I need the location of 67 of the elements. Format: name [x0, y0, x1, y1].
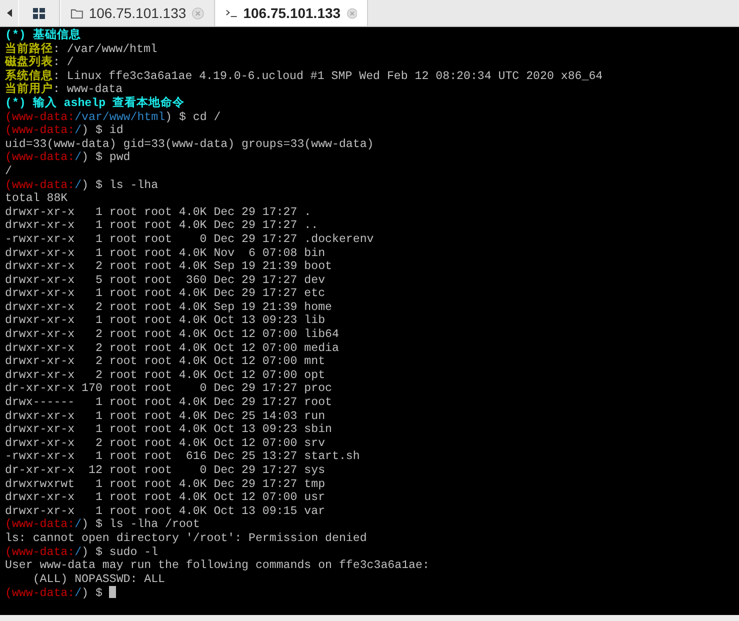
- command-text: ) $ ls -lha: [82, 178, 158, 192]
- info-value: : Linux ffe3c3a6a1ae 4.19.0-6.ucloud #1 SMP Wed Feb 12 08:20:34 UTC 2020 x86_64: [53, 70, 603, 84]
- folder-icon: [71, 8, 83, 18]
- output-line: -rwxr-xr-x 1 root root 616 Dec 25 13:27 start.sh: [5, 450, 360, 464]
- output-line: /: [5, 164, 12, 179]
- output-line: drwxr-xr-x 1 root root 4.0K Oct 13 09:15 var: [5, 504, 326, 518]
- prompt-path: /: [74, 518, 82, 532]
- command-text: ) $: [82, 587, 104, 601]
- output-line: total 88K: [5, 192, 68, 206]
- info-label: 当前路径: [5, 42, 53, 56]
- info-label: 当前用户: [5, 83, 53, 96]
- output-line: drwxr-xr-x 1 root root 4.0K Dec 29 17:27 ..: [5, 219, 318, 233]
- prompt-user: (www-data:: [5, 546, 75, 560]
- command-text: ) $ sudo -l: [82, 546, 158, 560]
- prompt-user: (www-data:: [5, 110, 75, 124]
- prompt-path: /: [74, 546, 82, 560]
- grid-icon: [33, 8, 45, 18]
- output-line: -rwxr-xr-x 1 root root 0 Dec 29 17:27 .dockerenv: [5, 232, 374, 246]
- prompt-user: (www-data:: [5, 151, 75, 165]
- output-line: drwxr-xr-x 5 root root 360 Dec 29 17:27 dev: [5, 274, 326, 288]
- output-line: drwxr-xr-x 1 root root 4.0K Oct 13 09:23 lib: [5, 314, 326, 328]
- output-line: drwxr-xr-x 1 root root 4.0K Dec 29 17:27 .: [5, 206, 312, 220]
- output-line: User www-data may run the following commands on ffe3c3a6a1ae:: [5, 559, 430, 573]
- info-value: : www-data: [53, 83, 123, 96]
- output-line: uid=33(www-data) gid=33(www-data) groups=33(www-data): [5, 138, 374, 152]
- prompt-user: (www-data:: [5, 518, 75, 532]
- output-line: drwxr-xr-x 1 root root 4.0K Nov 6 07:08 bin: [5, 246, 326, 260]
- prompt-path: /: [74, 587, 82, 601]
- output-line: drwxr-xr-x 1 root root 4.0K Dec 25 14:03 run: [5, 410, 326, 424]
- output-line: drwxr-xr-x 2 root root 4.0K Oct 12 07:00 srv: [5, 436, 326, 450]
- output-line: drwxr-xr-x 2 root root 4.0K Sep 19 21:39 home: [5, 300, 332, 314]
- tab[interactable]: 106.75.101.133: [60, 0, 215, 26]
- output-line: drwxr-xr-x 2 root root 4.0K Sep 19 21:39 boot: [5, 260, 332, 274]
- prompt-user: (www-data:: [5, 587, 75, 601]
- output-line: ls: cannot open directory '/root': Permission denied: [5, 532, 367, 546]
- output-line: drwxr-xr-x 1 root root 4.0K Oct 12 07:00 usr: [5, 491, 326, 505]
- output-line: drwxr-xr-x 2 root root 4.0K Oct 12 07:00 media: [5, 342, 339, 356]
- prompt-user: (www-data:: [5, 124, 75, 138]
- command-text: ) $ cd /: [165, 110, 221, 124]
- section-heading: (*) 输入 ashelp 查看本地命令: [5, 96, 186, 111]
- command-text: ) $ id: [82, 124, 124, 138]
- tab[interactable]: [18, 0, 60, 26]
- section-heading: (*) 基础信息: [5, 29, 82, 42]
- prompt-path: /: [74, 151, 82, 165]
- output-line: dr-xr-xr-x 12 root root 0 Dec 29 17:27 sys: [5, 464, 326, 478]
- prompt-path: /: [74, 124, 82, 138]
- output-line: drwxrwxrwt 1 root root 4.0K Dec 29 17:27 tmp: [5, 478, 326, 492]
- prompt-user: (www-data:: [5, 178, 75, 192]
- scroll-left-icon[interactable]: [6, 9, 12, 17]
- info-label: 磁盘列表: [5, 56, 53, 70]
- output-line: drwxr-xr-x 1 root root 4.0K Oct 13 09:23 sbin: [5, 423, 332, 437]
- prompt-path: /var/www/html: [74, 110, 166, 124]
- info-value: : /: [53, 56, 74, 70]
- output-line: drwx------ 1 root root 4.0K Dec 29 17:27 root: [5, 396, 332, 410]
- output-line: drwxr-xr-x 1 root root 4.0K Dec 29 17:27 etc: [5, 287, 326, 301]
- output-line: drwxr-xr-x 2 root root 4.0K Oct 12 07:00 mnt: [5, 355, 326, 369]
- terminal-icon: [226, 8, 238, 18]
- command-text: ) $ ls -lha /root: [82, 518, 200, 532]
- prompt-path: /: [74, 178, 82, 192]
- command-text: ) $ pwd: [82, 151, 130, 165]
- info-label: 系统信息: [5, 70, 53, 83]
- info-value: : /var/www/html: [53, 42, 158, 56]
- tab[interactable]: 106.75.101.133: [215, 0, 368, 26]
- output-line: dr-xr-xr-x 170 root root 0 Dec 29 17:27 proc: [5, 382, 332, 396]
- output-line: drwxr-xr-x 2 root root 4.0K Oct 12 07:00 lib64: [5, 328, 339, 342]
- output-line: (ALL) NOPASSWD: ALL: [32, 572, 166, 586]
- output-line: drwxr-xr-x 2 root root 4.0K Oct 12 07:00 opt: [5, 368, 326, 382]
